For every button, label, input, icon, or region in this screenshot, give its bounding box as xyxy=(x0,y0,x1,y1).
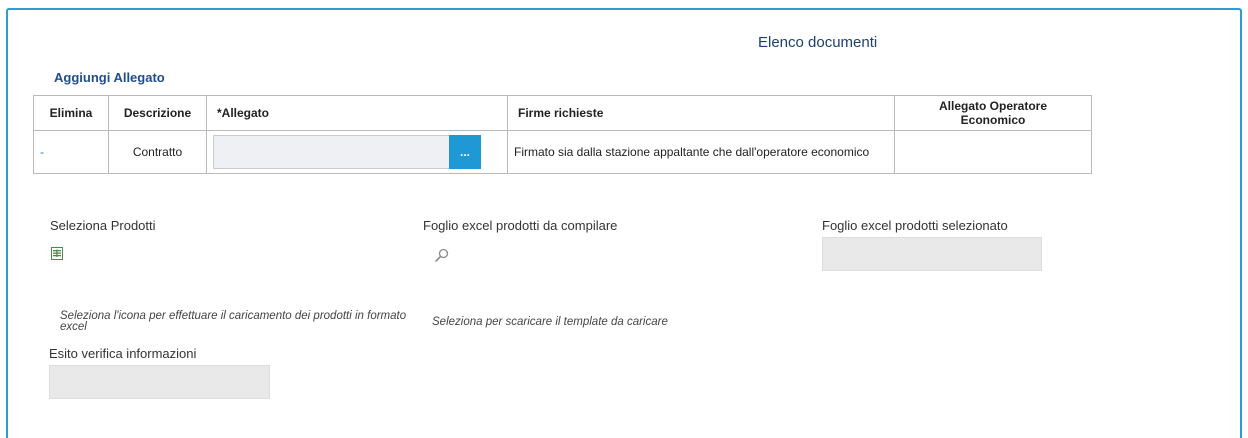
template-hint: Seleziona per scaricare il template da c… xyxy=(432,316,668,328)
elimina-cell: - xyxy=(33,130,109,174)
descrizione-cell: Contratto xyxy=(108,130,207,174)
allegato-operatore-cell xyxy=(894,130,1092,174)
browse-file-button[interactable]: ... xyxy=(449,135,481,169)
select-products-hint: Seleziona l'icona per effettuare il cari… xyxy=(60,310,407,333)
header-allegato: *Allegato xyxy=(206,95,508,131)
table-header-row: Elimina Descrizione *Allegato Firme rich… xyxy=(33,95,1092,131)
file-upload-group: ... xyxy=(213,135,501,169)
selected-file-label: Foglio excel prodotti selezionato xyxy=(822,218,1008,233)
documents-table: Elimina Descrizione *Allegato Firme rich… xyxy=(33,95,1092,174)
selected-file-field xyxy=(822,237,1042,271)
allegato-cell: ... xyxy=(206,130,508,174)
table-row: - Contratto ... Firmato sia dalla stazio… xyxy=(33,130,1092,174)
verification-label: Esito verifica informazioni xyxy=(49,346,197,361)
header-descrizione: Descrizione xyxy=(108,95,207,131)
verification-field xyxy=(49,365,270,399)
select-products-label: Seleziona Prodotti xyxy=(50,218,156,233)
header-allegato-operatore: Allegato Operatore Economico xyxy=(894,95,1092,131)
search-icon[interactable] xyxy=(434,247,450,263)
add-attachment-link[interactable]: Aggiungi Allegato xyxy=(54,70,165,85)
firme-cell: Firmato sia dalla stazione appaltante ch… xyxy=(507,130,895,174)
template-label: Foglio excel prodotti da compilare xyxy=(423,218,618,233)
allegato-file-field[interactable] xyxy=(213,135,449,169)
header-elimina: Elimina xyxy=(33,95,109,131)
delete-row-link[interactable]: - xyxy=(40,145,44,159)
header-firme-richieste: Firme richieste xyxy=(507,95,895,131)
excel-file-icon[interactable] xyxy=(51,247,63,260)
page-title: Elenco documenti xyxy=(758,34,878,51)
